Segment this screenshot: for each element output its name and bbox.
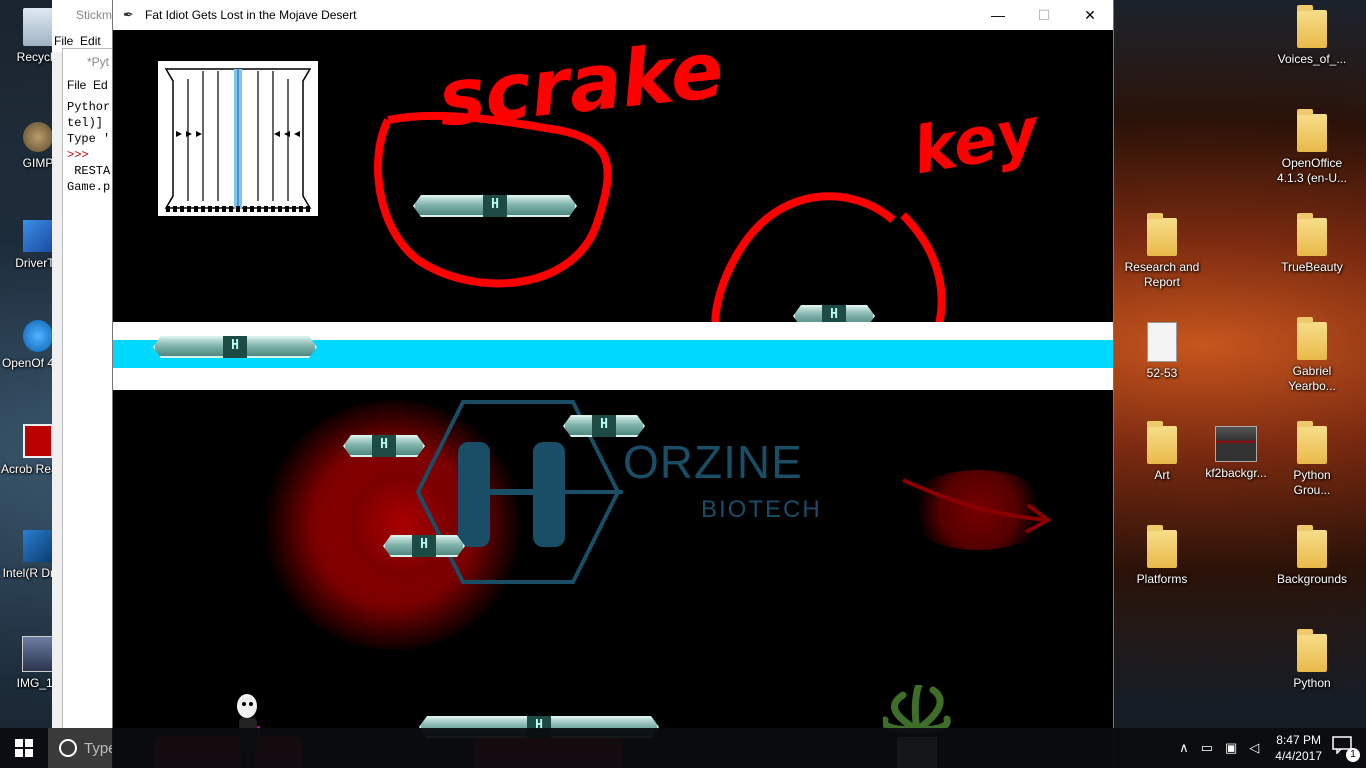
folder-icon: [1297, 317, 1327, 360]
desktop-icon-platforms[interactable]: Platforms: [1124, 525, 1200, 587]
door-hud-panel: [158, 61, 318, 216]
chevron-up-icon[interactable]: ∧: [1179, 740, 1189, 756]
game-window-title: Fat Idiot Gets Lost in the Mojave Desert: [145, 8, 357, 22]
feather-icon: ✒: [123, 7, 134, 22]
desktop-icon-kf2background[interactable]: kf2backgr...: [1198, 426, 1274, 481]
folder-icon: [1297, 109, 1327, 152]
action-center-button[interactable]: 1: [1332, 736, 1360, 762]
desktop-icon-label: Art: [1154, 468, 1170, 482]
maximize-button[interactable]: ☐: [1021, 0, 1067, 30]
desktop-icon-label: Voices_of_...: [1277, 52, 1347, 66]
menu-file[interactable]: File: [67, 78, 86, 92]
windows-logo-icon: [15, 739, 33, 757]
platform-floor-left: [153, 336, 317, 358]
battery-icon[interactable]: ▭: [1201, 740, 1213, 756]
desktop-icon-openoffice-folder[interactable]: OpenOffice 4.1.3 (en-U...: [1274, 109, 1350, 186]
desktop-icon-python-group[interactable]: Python Grou...: [1274, 421, 1350, 498]
document-icon: [1147, 322, 1177, 362]
folder-icon: [1147, 421, 1177, 464]
taskbar: Type ∧ ▭ ▣ ◁ 8:47 PM 4/4/2017 1: [0, 728, 1366, 768]
maximize-icon: ☐: [1037, 6, 1051, 23]
desktop-icon-backgrounds[interactable]: Backgrounds: [1274, 525, 1350, 587]
game-canvas[interactable]: scrake key OR: [113, 30, 1113, 768]
folder-icon: [1297, 629, 1327, 672]
cortana-icon: [59, 739, 77, 757]
volume-icon[interactable]: ◁: [1249, 740, 1259, 756]
folder-icon: [1147, 213, 1177, 256]
desktop-icon-research-report[interactable]: Research and Report: [1124, 213, 1200, 290]
desktop-icon-python[interactable]: Python: [1274, 629, 1350, 691]
desktop-icon-label: Backgrounds: [1276, 572, 1348, 586]
recycle-bin-icon: [23, 8, 53, 46]
menu-file[interactable]: File: [54, 34, 73, 48]
desktop-icon-label: Python: [1293, 676, 1331, 690]
floor-stripe-white-bottom: [113, 368, 1113, 390]
minimize-icon: —: [991, 7, 1005, 23]
menu-edit[interactable]: Ed: [93, 78, 108, 92]
close-icon: ✕: [1084, 6, 1096, 23]
folder-icon: [1297, 525, 1327, 568]
desktop-icon-label: Python Grou...: [1293, 468, 1331, 497]
close-button[interactable]: ✕: [1067, 0, 1113, 30]
platform-mid-upper-right: [563, 415, 645, 437]
clock-date: 4/4/2017: [1275, 749, 1322, 763]
desktop-icon-label: OpenOffice 4.1.3 (en-U...: [1276, 156, 1348, 185]
system-tray: ∧ ▭ ▣ ◁ 8:47 PM 4/4/2017 1: [1173, 728, 1366, 768]
desktop-icon-label: kf2backgr...: [1205, 466, 1267, 480]
image-thumbnail-icon: [22, 636, 54, 672]
desktop-icon-52-53[interactable]: 52-53: [1124, 322, 1200, 381]
zip-folder-icon: [1147, 525, 1177, 568]
taskbar-clock[interactable]: 8:47 PM 4/4/2017: [1275, 732, 1322, 764]
desktop-icon-gabriel-yearbook[interactable]: Gabriel Yearbo...: [1274, 317, 1350, 394]
gimp-icon: [23, 122, 53, 152]
taskbar-search-box[interactable]: Type: [48, 728, 112, 768]
door-graphic: [164, 68, 312, 212]
minimize-button[interactable]: —: [975, 0, 1021, 30]
clock-time: 8:47 PM: [1276, 733, 1321, 747]
network-icon[interactable]: ▣: [1225, 740, 1237, 756]
desktop-icon-label: Platforms: [1136, 572, 1188, 586]
platform-mid-left: [343, 435, 425, 457]
intel-driver-icon: [23, 530, 53, 562]
desktop-icon-art[interactable]: Art: [1124, 421, 1200, 483]
folder-icon: [1297, 5, 1327, 48]
search-placeholder: Type: [84, 739, 112, 757]
game-window[interactable]: ✒ Fat Idiot Gets Lost in the Mojave Dese…: [112, 0, 1114, 768]
platform-mid-lower: [383, 535, 465, 557]
start-button[interactable]: [0, 728, 48, 768]
game-window-titlebar[interactable]: ✒ Fat Idiot Gets Lost in the Mojave Dese…: [113, 0, 1113, 30]
drivertuner-icon: [23, 220, 53, 252]
desktop-icon-label: TrueBeauty: [1281, 260, 1343, 274]
menu-edit[interactable]: Edit: [80, 34, 101, 48]
desktop-icon-label: Gabriel Yearbo...: [1288, 364, 1336, 393]
blood-streak: [902, 478, 1052, 534]
image-file-icon: [1215, 426, 1257, 462]
desktop-icon-voices-of[interactable]: Voices_of_...: [1274, 5, 1350, 67]
folder-icon: [1297, 213, 1327, 256]
openoffice-icon: [23, 320, 53, 352]
desktop-icon-label: 52-53: [1146, 366, 1178, 380]
notification-count-badge: 1: [1346, 748, 1360, 762]
horzine-logo-subtitle: BIOTECH: [701, 496, 822, 523]
desktop-icon-truebeauty[interactable]: TrueBeauty: [1274, 213, 1350, 275]
horzine-logo-text: ORZINE: [623, 436, 803, 488]
folder-icon: [1297, 421, 1327, 464]
platform-scrake: [413, 195, 577, 217]
desktop-icon-label: Research and Report: [1124, 260, 1200, 289]
acrobat-icon: [23, 424, 53, 458]
